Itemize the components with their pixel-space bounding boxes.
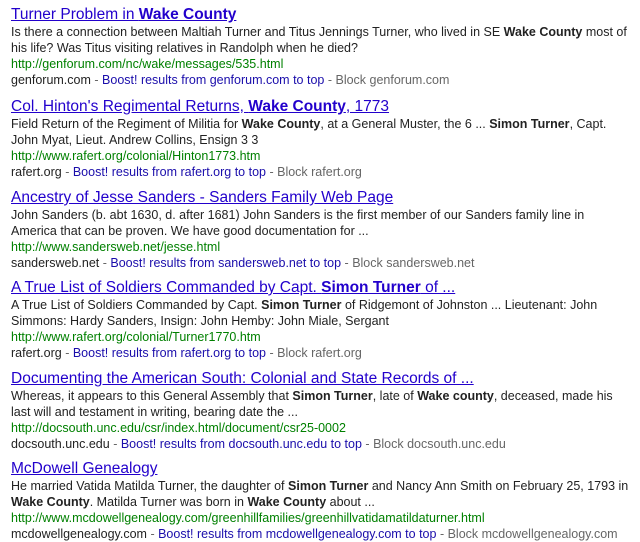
keyword-highlight: Wake County	[138, 6, 237, 23]
result-domain: rafert.org	[11, 165, 62, 179]
separator: -	[439, 527, 448, 541]
separator: -	[269, 165, 278, 179]
separator: -	[65, 165, 73, 179]
keyword-highlight: Wake County	[503, 25, 583, 39]
keyword-highlight: Simon Turner	[292, 389, 373, 403]
search-result: A True List of Soldiers Commanded by Cap…	[11, 278, 629, 361]
search-result: Ancestry of Jesse Sanders - Sanders Fami…	[11, 188, 629, 271]
result-url: http://genforum.com/nc/wake/messages/535…	[11, 57, 284, 71]
keyword-highlight: Wake County	[248, 98, 346, 115]
block-link[interactable]: Block mcdowellgenealogy.com	[448, 527, 618, 541]
result-title-link[interactable]: A True List of Soldiers Commanded by Cap…	[11, 278, 629, 297]
search-results-list: Turner Problem in Wake County Is there a…	[0, 0, 640, 541]
result-url: http://www.rafert.org/colonial/Turner177…	[11, 330, 261, 344]
result-title-link[interactable]: McDowell Genealogy	[11, 459, 629, 478]
search-result: McDowell Genealogy He married Vatida Mat…	[11, 459, 629, 542]
keyword-highlight: Wake county	[417, 389, 494, 403]
result-actions: genforum.com - Boost! results from genfo…	[11, 72, 629, 88]
result-title-link[interactable]: Turner Problem in Wake County	[11, 5, 629, 24]
result-snippet: He married Vatida Matilda Turner, the da…	[11, 479, 629, 509]
result-actions: mcdowellgenealogy.com - Boost! results f…	[11, 526, 629, 542]
block-link[interactable]: Block genforum.com	[335, 73, 449, 87]
result-domain: docsouth.unc.edu	[11, 437, 110, 451]
result-snippet: John Sanders (b. abt 1630, d. after 1681…	[11, 208, 585, 238]
keyword-highlight: Wake County	[11, 495, 90, 509]
boost-link[interactable]: Boost! results from rafert.org to top	[73, 165, 266, 179]
keyword-highlight: Simon Turner	[321, 279, 421, 296]
block-link[interactable]: Block rafert.org	[277, 346, 362, 360]
block-link[interactable]: Block rafert.org	[277, 165, 362, 179]
separator: -	[150, 527, 159, 541]
search-result: Turner Problem in Wake County Is there a…	[11, 5, 629, 88]
separator: -	[365, 437, 374, 451]
separator: -	[65, 346, 73, 360]
result-actions: sandersweb.net - Boost! results from san…	[11, 255, 629, 271]
result-title-link[interactable]: Col. Hinton's Regimental Returns, Wake C…	[11, 97, 629, 116]
boost-link[interactable]: Boost! results from docsouth.unc.edu to …	[121, 437, 362, 451]
result-domain: genforum.com	[11, 73, 91, 87]
result-domain: sandersweb.net	[11, 256, 100, 270]
keyword-highlight: Simon Turner	[261, 298, 342, 312]
separator: -	[94, 73, 103, 87]
result-actions: rafert.org - Boost! results from rafert.…	[11, 345, 629, 361]
result-actions: docsouth.unc.edu - Boost! results from d…	[11, 436, 629, 452]
result-title-link[interactable]: Documenting the American South: Colonial…	[11, 369, 629, 388]
keyword-highlight: Simon Turner	[288, 479, 369, 493]
block-link[interactable]: Block sandersweb.net	[352, 256, 474, 270]
boost-link[interactable]: Boost! results from mcdowellgenealogy.co…	[158, 527, 436, 541]
result-snippet: Field Return of the Regiment of Militia …	[11, 117, 607, 147]
result-url: http://docsouth.unc.edu/csr/index.html/d…	[11, 421, 346, 435]
result-actions: rafert.org - Boost! results from rafert.…	[11, 164, 629, 180]
boost-link[interactable]: Boost! results from genforum.com to top	[102, 73, 324, 87]
keyword-highlight: Wake County	[247, 495, 327, 509]
result-domain: rafert.org	[11, 346, 62, 360]
block-link[interactable]: Block docsouth.unc.edu	[373, 437, 506, 451]
result-url: http://www.mcdowellgenealogy.com/greenhi…	[11, 511, 485, 525]
result-url: http://www.rafert.org/colonial/Hinton177…	[11, 149, 261, 163]
separator: -	[113, 437, 121, 451]
boost-link[interactable]: Boost! results from rafert.org to top	[73, 346, 266, 360]
result-snippet: Is there a connection between Maltiah Tu…	[11, 25, 627, 55]
result-domain: mcdowellgenealogy.com	[11, 527, 147, 541]
result-url: http://www.sandersweb.net/jesse.html	[11, 240, 221, 254]
separator: -	[269, 346, 278, 360]
keyword-highlight: Wake County	[241, 117, 321, 131]
search-result: Col. Hinton's Regimental Returns, Wake C…	[11, 97, 629, 180]
keyword-highlight: Simon Turner	[489, 117, 570, 131]
result-snippet: A True List of Soldiers Commanded by Cap…	[11, 298, 598, 328]
result-snippet: Whereas, it appears to this General Asse…	[11, 389, 613, 419]
result-title-link[interactable]: Ancestry of Jesse Sanders - Sanders Fami…	[11, 188, 629, 207]
boost-link[interactable]: Boost! results from sandersweb.net to to…	[110, 256, 341, 270]
search-result: Documenting the American South: Colonial…	[11, 369, 629, 452]
